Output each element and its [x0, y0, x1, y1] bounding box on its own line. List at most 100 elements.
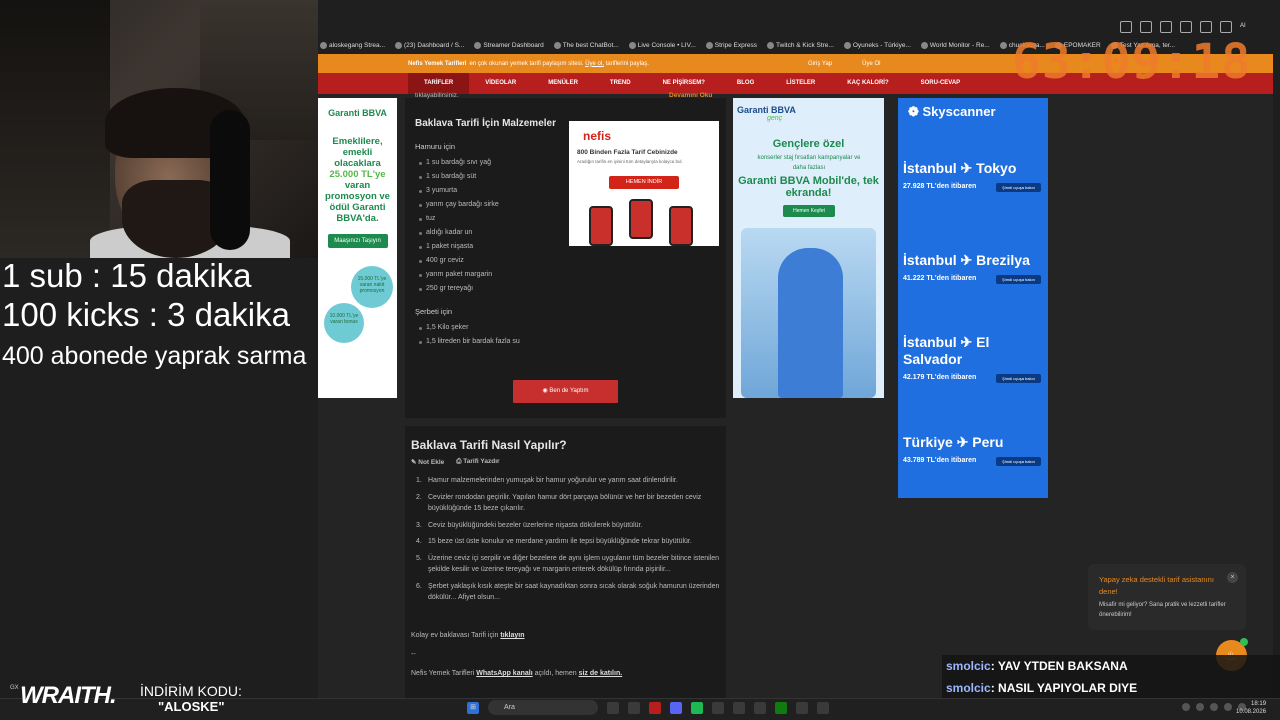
nefis-app-ad[interactable]: nefis 800 Binden Fazla Tarif Cebinizde A… [569, 121, 719, 246]
shield-icon[interactable] [1160, 21, 1172, 33]
step-item: 3. Ceviz büyüklüğündeki bezeler üzerlerin… [416, 521, 643, 529]
overlay-line-goal: 400 abonede yaprak sarma [2, 342, 307, 370]
download-app-button[interactable]: HEMEN İNDİR [609, 176, 679, 189]
tray-icon[interactable] [1196, 703, 1204, 711]
bbva-genc-label: genç [767, 115, 783, 122]
nav-blog[interactable]: BLOG [721, 73, 770, 94]
app-icon[interactable] [796, 701, 808, 714]
bbva-people-image [778, 248, 843, 398]
flight-route[interactable]: İstanbul ✈ Tokyo 27.928 TL'den itibaren Şi… [903, 160, 1043, 192]
nefis-ad-headline: 800 Binden Fazla Tarif Cebinizde [577, 149, 678, 156]
taskbar-clock[interactable]: 18:19 10.08.2026 [1236, 700, 1266, 716]
tray-icon[interactable] [1182, 703, 1190, 711]
ingredient-item: yarım paket margarin [415, 271, 575, 285]
sponsor-banner: WRAITH. İNDİRİM KODU: "ALOSKE" [20, 678, 260, 718]
bookmark[interactable]: (23) Dashboard / S... [395, 41, 464, 49]
download-icon[interactable] [1180, 21, 1192, 33]
nav-videolar[interactable]: VİDEOLAR [469, 73, 532, 94]
garanti-ad[interactable]: Garanti BBVA Emeklilere, emekli olacakla… [318, 98, 397, 398]
extension-icon[interactable] [1140, 21, 1152, 33]
login-link[interactable]: Giriş Yap [808, 61, 832, 67]
taskbar-search[interactable]: Ara [488, 700, 598, 715]
steps-list: 1. Hamur malzemelerinden yumuşak bir hamu… [416, 475, 721, 609]
ingredients-title: Baklava Tarifi İçin Malzemeler [415, 118, 556, 129]
online-indicator [1240, 638, 1248, 646]
ingredient-item: aldığı kadar un [415, 229, 575, 243]
flight-route[interactable]: İstanbul ✈ El Salvador 42.179 TL'den itib… [903, 334, 1043, 383]
bookmark[interactable]: Streamer Dashboard [474, 41, 544, 49]
discount-label: İNDİRİM KODU: [140, 683, 242, 699]
discord-icon[interactable] [670, 701, 682, 714]
nav-kac-kalori[interactable]: KAÇ KALORİ? [831, 73, 904, 94]
steps-title: Baklava Tarifi Nasıl Yapılır? [411, 438, 567, 452]
step-item: 4. 15 beze üst üste konulur ve merdane ya… [416, 538, 692, 545]
bookmark[interactable]: Oyuneks - Türkiye... [843, 41, 911, 49]
menu-icon[interactable] [1220, 21, 1232, 33]
extension-icon[interactable] [1120, 21, 1132, 33]
close-icon[interactable]: × [1227, 572, 1238, 583]
bookmark[interactable]: aloskegang Strea... [320, 41, 385, 49]
ingredient-item: 1,5 Kilo şeker [415, 324, 575, 338]
nav-soru-cevap[interactable]: SORU-CEVAP [905, 73, 977, 94]
garanti-logo: Garanti BBVA [328, 108, 387, 118]
opera-gx-icon[interactable] [649, 701, 661, 714]
spotify-icon[interactable] [691, 701, 703, 714]
read-more-link[interactable]: Devamını Oku [669, 92, 712, 99]
flight-route[interactable]: İstanbul ✈ Brezilya 41.222 TL'den itibare… [903, 252, 1043, 284]
bookmark[interactable]: The best ChatBot... [553, 41, 619, 49]
app-icon[interactable] [817, 701, 829, 714]
print-recipe-button[interactable]: ⎙ Tarifi Yazdır [456, 458, 499, 466]
join-link[interactable]: siz de katılın. [579, 670, 623, 677]
ingredient-item: 1 su bardağı sıvı yağ [415, 159, 575, 173]
skyscanner-ad[interactable]: ❁ Skyscanner İstanbul ✈ Tokyo 27.928 TL'd… [898, 98, 1048, 498]
nav-tarifler[interactable]: TARİFLER [408, 73, 470, 94]
flight-cta-button[interactable]: Şimdi uçuşa bakın [996, 374, 1041, 383]
ingredients-list: Hamuru için 1 su bardağı sıvı yağ 1 su b… [415, 142, 575, 352]
flight-route[interactable]: Türkiye ✈ Peru 43.789 TL'den itibaren Şimd… [903, 434, 1043, 466]
bookmark[interactable]: Live Console • LIV... [628, 41, 696, 49]
heart-icon[interactable] [1200, 21, 1212, 33]
nav-trend[interactable]: TREND [594, 73, 647, 94]
add-note-button[interactable]: ✎ Not Ekle [411, 458, 444, 466]
app-icon[interactable] [754, 701, 766, 714]
sponsor-logo: WRAITH. [20, 682, 117, 709]
flight-cta-button[interactable]: Şimdi uçuşa bakın [996, 457, 1041, 466]
register-link[interactable]: Üye Ol [862, 61, 880, 67]
discount-code: "ALOSKE" [158, 699, 225, 714]
tray-icon[interactable] [1224, 703, 1232, 711]
nav-ne-pisirsem[interactable]: NE PİŞİRSEM? [647, 73, 721, 94]
ai-assistant-popup: Yapay zeka destekli tarif asistanını den… [1088, 564, 1246, 630]
stream-chat: smolcic: YAV YTDEN BAKSANA smolcic: NASI… [942, 655, 1280, 699]
bookmark[interactable]: Stripe Express [705, 41, 757, 49]
tray-icon[interactable] [1210, 703, 1218, 711]
taskbar-widget[interactable]: GX [10, 684, 19, 693]
ingredient-item: 400 gr ceviz [415, 257, 575, 271]
whatsapp-channel-link[interactable]: WhatsApp kanalı [476, 670, 532, 677]
flight-cta-button[interactable]: Şimdi uçuşa bakın [996, 183, 1041, 192]
xbox-icon[interactable] [775, 701, 787, 714]
windows-start-icon[interactable]: ⊞ [467, 701, 479, 714]
site-brand[interactable]: Nefis Yemek Tarifleri [408, 61, 466, 67]
easy-baklava-link[interactable]: tıklayın [500, 632, 524, 639]
nav-listeler[interactable]: LİSTELER [770, 73, 831, 94]
bbva-cta-button[interactable]: Hemen Keşfet [783, 205, 835, 217]
nav-menuler[interactable]: MENÜLER [532, 73, 594, 94]
phone-image [629, 199, 653, 239]
ai-extension-button[interactable]: AI [1240, 21, 1246, 33]
garanti-cta-button[interactable]: Maaşınızı Taşıyın [327, 234, 388, 248]
flight-cta-button[interactable]: Şimdi uçuşa bakın [996, 275, 1041, 284]
signup-link[interactable]: Üye ol, [585, 61, 604, 67]
epic-games-icon[interactable] [733, 701, 745, 714]
webcam-feed [0, 0, 318, 258]
ingredient-item: 250 gr tereyağı [415, 285, 575, 299]
bookmark[interactable]: Twitch & Kick Stre... [767, 41, 834, 49]
steam-icon[interactable] [712, 701, 724, 714]
task-view-icon[interactable] [607, 701, 619, 714]
file-explorer-icon[interactable] [628, 701, 640, 714]
bookmark[interactable]: World Monitor - Re... [920, 41, 990, 49]
bbva-genc-ad[interactable]: Garanti BBVA genç Gençlere özel konserle… [733, 98, 884, 398]
nefis-logo: nefis [583, 129, 612, 143]
i-made-it-button[interactable]: ◉ Ben de Yaptım [513, 380, 618, 403]
site-tagline-tail: tariflerini paylaş. [605, 60, 649, 67]
phone-image [669, 206, 693, 246]
